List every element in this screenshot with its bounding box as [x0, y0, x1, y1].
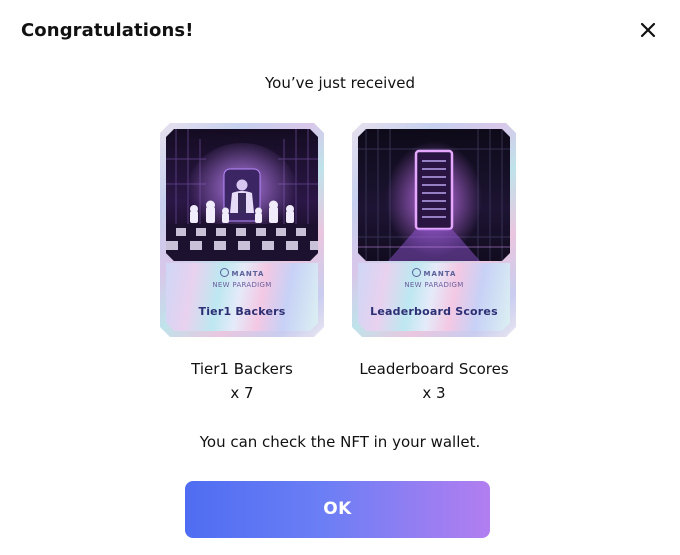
wallet-note: You can check the NFT in your wallet.	[199, 433, 481, 451]
nft-card-leaderboard-scores: MANTA NEW PARADIGM Leaderboard Scores	[352, 123, 516, 337]
card-title: Leaderboard Scores	[370, 305, 498, 318]
manta-logo-icon	[411, 268, 421, 277]
nft-card-tier1-backers: MANTA NEW PARADIGM Tier1 Backers	[160, 123, 324, 337]
nft-name: Leaderboard Scores	[359, 360, 509, 378]
congratulations-dialog: Congratulations! You’ve just received MA…	[0, 0, 680, 555]
collection-label: NEW PARADIGM	[404, 281, 464, 289]
manta-brand: MANTA	[352, 268, 516, 278]
nft-name: Tier1 Backers	[191, 360, 293, 378]
close-button[interactable]	[637, 19, 659, 41]
brand-text: MANTA	[423, 270, 457, 278]
ok-button[interactable]: OK	[185, 481, 490, 538]
brand-text: MANTA	[231, 270, 265, 278]
manta-brand: MANTA	[160, 268, 324, 278]
close-icon	[640, 22, 656, 38]
manta-logo-icon	[219, 268, 229, 277]
glowing-monolith-icon	[358, 129, 510, 261]
dialog-title: Congratulations!	[21, 20, 194, 41]
throne-chess-icon	[166, 129, 318, 261]
card-title: Tier1 Backers	[198, 305, 286, 318]
nft-quantity: x 3	[422, 384, 446, 402]
nft-quantity: x 7	[230, 384, 254, 402]
collection-label: NEW PARADIGM	[212, 281, 272, 289]
received-subtitle: You’ve just received	[265, 74, 415, 92]
